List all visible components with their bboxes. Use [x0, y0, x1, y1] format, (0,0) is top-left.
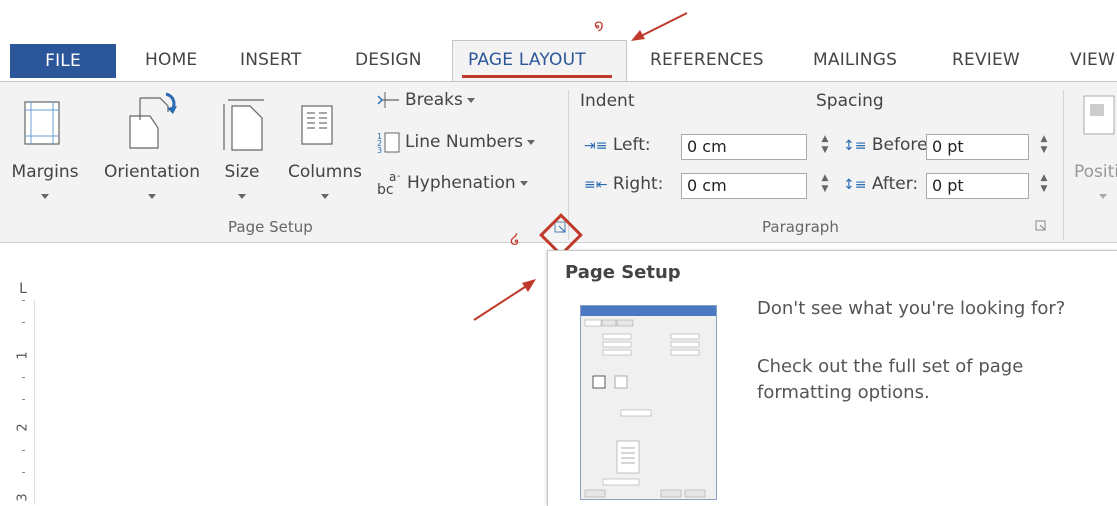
ruler-tick [22, 399, 25, 400]
svg-text:bc: bc [377, 182, 394, 196]
ruler-tick [22, 377, 25, 378]
size-icon [223, 99, 264, 151]
paragraph-dialog-launcher[interactable] [1033, 218, 1051, 236]
spacing-before-text: Before: [871, 135, 934, 155]
spacing-before-input[interactable]: 0 pt [926, 134, 1029, 160]
breaks-caret-icon [466, 97, 475, 103]
spacing-after-input[interactable]: 0 pt [926, 173, 1029, 199]
indent-left-label: ⇥≡ Left: [584, 135, 651, 155]
active-tab-underline [462, 75, 612, 78]
dialog-launcher-icon [1035, 220, 1046, 231]
tab-selector[interactable]: L [12, 278, 34, 300]
columns-caret-icon [321, 194, 329, 199]
hyphenation-button[interactable]: a - bc Hyphenation [377, 170, 528, 196]
margins-label: Margins [11, 162, 79, 182]
line-numbers-icon: 123 [377, 132, 400, 153]
tab-file[interactable]: FILE [10, 44, 116, 78]
indent-right-label: ≡⇤ Right: [584, 174, 663, 194]
tooltip-line-1: Don't see what you're looking for? [757, 298, 1066, 319]
hyphenation-caret-icon [519, 180, 528, 186]
tab-bar: FILE HOME INSERT DESIGN PAGE LAYOUT REFE… [0, 0, 1117, 83]
position-icon [1083, 95, 1115, 135]
indent-left-spinner[interactable]: ▲ ▼ [818, 134, 832, 160]
ruler-tick [22, 450, 25, 451]
position-label: Positi [1074, 162, 1117, 182]
line-numbers-label: Line Numbers [405, 132, 523, 152]
ruler-number: 3 [15, 493, 31, 502]
spacing-after-spinner[interactable]: ▲ ▼ [1037, 173, 1051, 199]
indent-heading: Indent [580, 91, 635, 111]
position-caret-icon [1099, 194, 1107, 199]
tab-mailings[interactable]: MAILINGS [813, 46, 897, 74]
indent-right-text: Right: [612, 174, 664, 194]
group-separator [1063, 90, 1064, 240]
page-setup-group-label: Page Setup [228, 218, 313, 236]
preview-titlebar [581, 306, 716, 316]
annotation-number-two: ໒ [510, 230, 520, 248]
tab-insert[interactable]: INSERT [240, 46, 301, 74]
indent-right-input[interactable]: 0 cm [681, 173, 807, 199]
spacing-after-icon: ↕≡ [843, 177, 867, 193]
tab-references[interactable]: REFERENCES [650, 46, 764, 74]
hyphenation-icon: a -bc [377, 170, 401, 196]
spacing-after-text: After: [871, 174, 919, 194]
svg-text:3: 3 [377, 146, 382, 153]
orientation-caret-icon [148, 194, 156, 199]
annotation-arrow-icon [473, 279, 536, 321]
margins-button[interactable]: Margins [12, 90, 78, 255]
size-label: Size [224, 162, 260, 182]
margins-icon [24, 101, 60, 145]
line-numbers-caret-icon [526, 139, 535, 145]
breaks-label: Breaks [405, 90, 463, 110]
annotation-arrow-icon [631, 12, 688, 41]
ruler-tick [22, 322, 25, 323]
spacing-before-label: ↕≡ Before: [843, 135, 933, 155]
spacing-before-spinner[interactable]: ▲ ▼ [1037, 134, 1051, 160]
annotation-number-one: ໑ [594, 16, 604, 34]
preview-dialog-icon [584, 319, 706, 498]
ruler-tick [22, 472, 25, 473]
orientation-icon [129, 92, 177, 149]
tab-page-layout[interactable]: PAGE LAYOUT [468, 46, 586, 74]
orientation-button[interactable]: Orientation [97, 90, 207, 255]
position-button[interactable]: Positi [1074, 90, 1117, 210]
columns-label: Columns [288, 162, 362, 182]
indent-left-icon: ⇥≡ [584, 138, 608, 154]
size-caret-icon [238, 194, 246, 199]
spacing-heading: Spacing [816, 91, 884, 111]
columns-icon [301, 105, 333, 145]
ruler-number: 2 [15, 423, 31, 432]
breaks-button[interactable]: Breaks [377, 90, 475, 110]
tooltip-line-2: Check out the full set of page formattin… [757, 356, 1024, 403]
tooltip-title: Page Setup [565, 262, 681, 283]
spacing-before-icon: ↕≡ [843, 138, 867, 154]
tab-view[interactable]: VIEW [1070, 46, 1115, 74]
vertical-ruler: 1 2 3 [12, 300, 35, 505]
spacing-after-label: ↕≡ After: [843, 174, 918, 194]
page-setup-dialog-preview [580, 305, 717, 500]
breaks-icon [377, 92, 399, 108]
indent-left-text: Left: [612, 135, 651, 155]
tab-design[interactable]: DESIGN [355, 46, 422, 74]
tab-home[interactable]: HOME [145, 46, 197, 74]
svg-text:-: - [397, 171, 401, 182]
indent-right-icon: ≡⇤ [584, 177, 608, 193]
indent-right-spinner[interactable]: ▲ ▼ [818, 173, 832, 199]
hyphenation-label: Hyphenation [407, 173, 516, 193]
line-numbers-button[interactable]: 123 Line Numbers [377, 131, 535, 153]
tab-review[interactable]: REVIEW [952, 46, 1020, 74]
margins-caret-icon [41, 194, 49, 199]
indent-left-input[interactable]: 0 cm [681, 134, 807, 160]
paragraph-group-label: Paragraph [762, 218, 839, 236]
ruler-number: 1 [15, 351, 31, 360]
ruler-tick [22, 300, 25, 301]
orientation-label: Orientation [104, 162, 200, 182]
